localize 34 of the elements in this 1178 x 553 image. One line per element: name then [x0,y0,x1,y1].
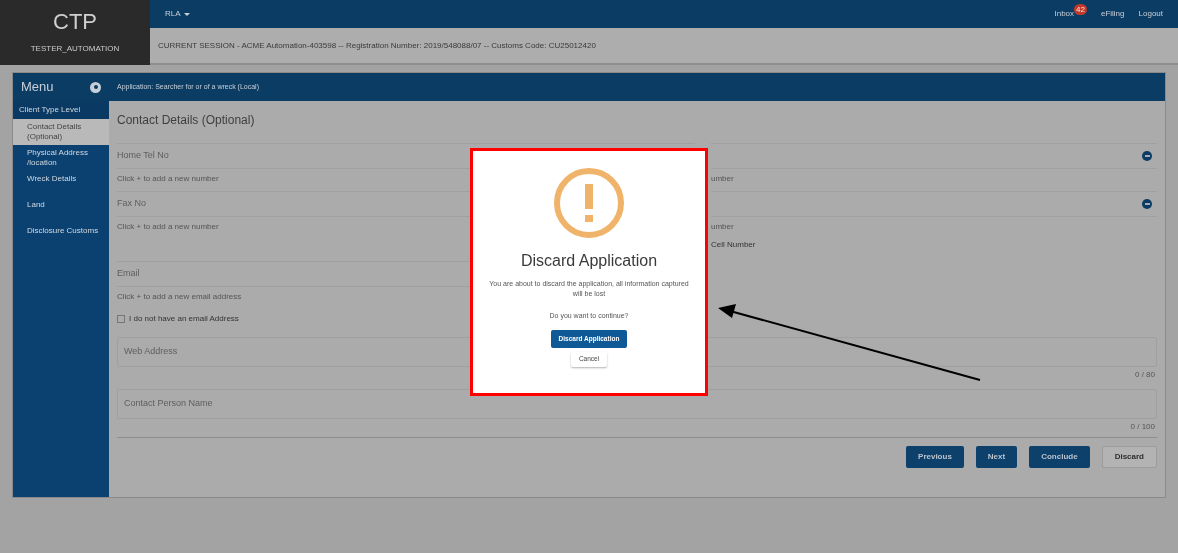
form-button[interactable]: Next [975,446,1018,468]
logo-text: CTP [53,10,97,33]
checkbox[interactable] [117,315,125,323]
sidebar-item[interactable]: Wreck Details [13,171,109,197]
field-hint: umber [711,173,734,185]
checkbox-label: I do not have an email Address [129,313,239,325]
settings-icon[interactable] [90,81,101,93]
sidebar-item[interactable]: Contact Details (Optional) [13,119,109,145]
sidebar-item[interactable]: Disclosure Customs [13,223,109,249]
header-link[interactable]: eFiling [1100,8,1125,20]
sidebar-item[interactable]: Physical Address /location [13,145,109,171]
menu-title: Menu [21,78,54,97]
header-link[interactable]: Inbox [1054,8,1075,20]
phone-field[interactable] [711,191,1157,217]
username: TESTER_AUTOMATION [30,42,120,55]
form-button[interactable]: Discard [1101,446,1157,468]
sidebar-section: Client Type Level [13,101,109,119]
caret-icon [183,12,190,16]
form-title: Contact Details (Optional) [117,112,256,129]
checkbox-label: Cell Number [711,239,757,251]
role-menu[interactable]: RLA [165,8,190,20]
warning-icon [553,167,625,239]
field-hint: umber [711,221,734,233]
sidebar-item[interactable]: Land [13,197,109,223]
field-hint: Click + to add a new email address [117,291,242,303]
field-hint: Click + to add a new number [117,173,219,185]
header-link[interactable]: Logout [1138,8,1163,20]
session-info: CURRENT SESSION - ACME Automation-403598 -- Registration Number: 2019/548088/07 -- Customs Code: CU25012420 [158,39,596,52]
notification-badge: 42 [1074,4,1087,15]
form-button[interactable]: Previous [906,446,964,468]
character-counter: 0 / 80 [1135,369,1155,381]
field-hint: Click + to add a new number [117,221,219,233]
form-button[interactable]: Conclude [1029,446,1090,468]
phone-field[interactable] [711,143,1157,169]
